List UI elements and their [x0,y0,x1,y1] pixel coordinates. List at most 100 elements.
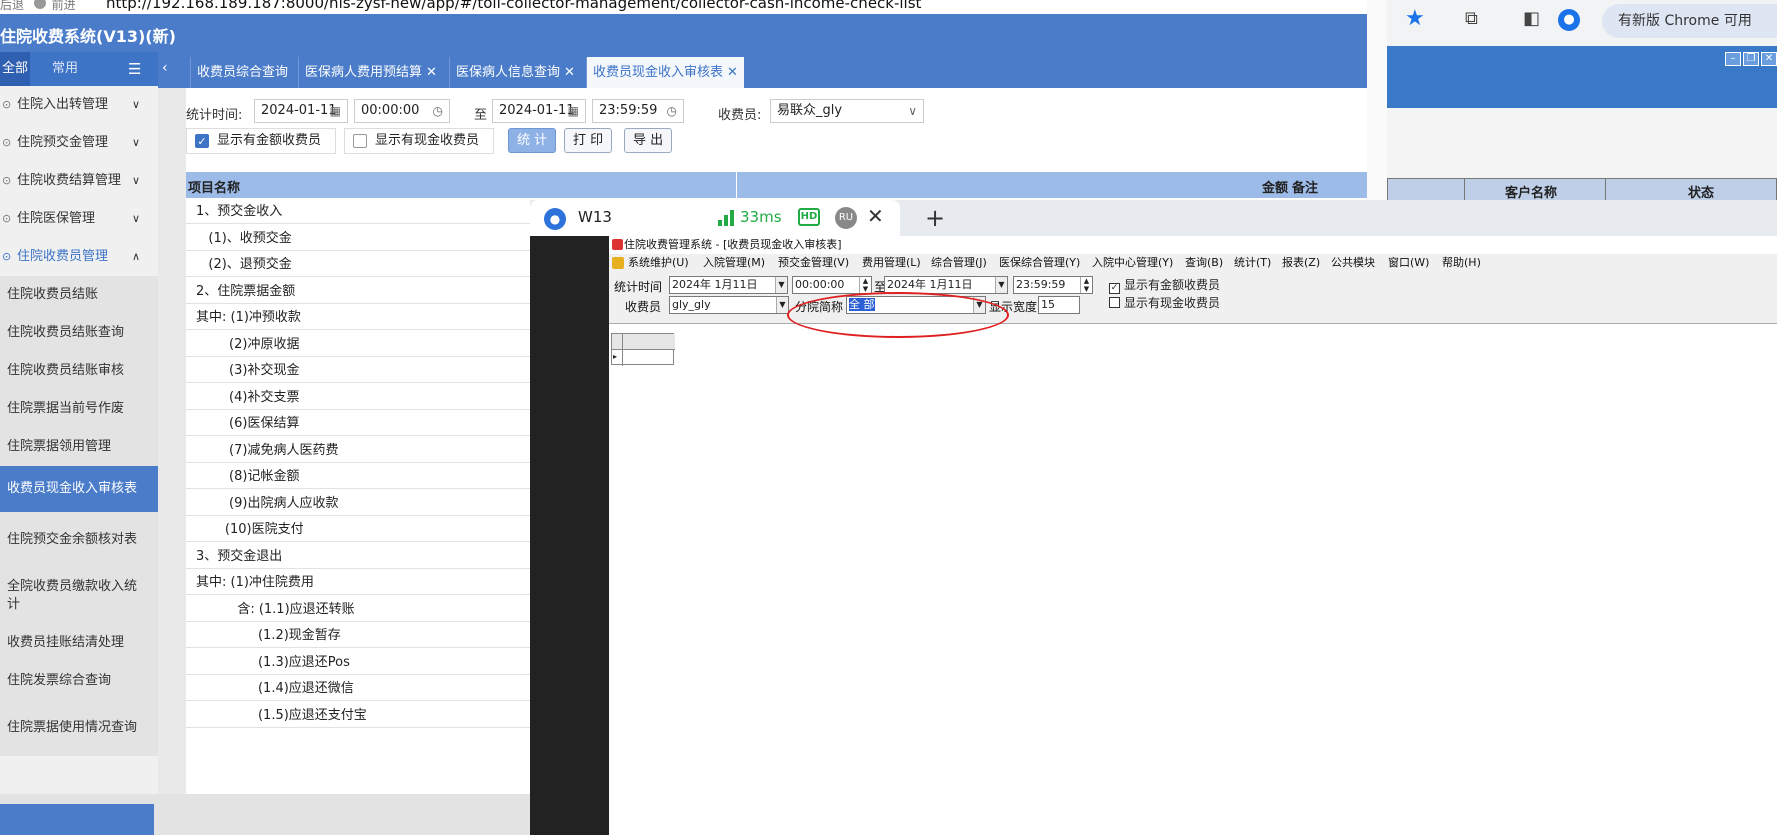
menu-item[interactable]: 公共模块 [1331,254,1375,272]
export-button[interactable]: 导 出 [624,128,673,153]
forward-button[interactable]: 前进 [52,0,76,12]
start-time-picker[interactable]: 00:00:00 ▲ ▼ [792,276,872,294]
table-row[interactable]: (2)冲原收据 [186,330,530,357]
show-amount-checkbox[interactable]: ✓ 显示有金额收费员 [1109,276,1220,294]
sidebar-item[interactable]: 住院收费员结账 [0,276,158,314]
table-row[interactable]: 2、住院票据金额 [186,277,530,304]
print-button[interactable]: 打 印 [564,128,613,153]
sidebar-group-admission[interactable]: ⊙ 住院入出转管理 ∨ [0,86,158,124]
end-time-input[interactable]: 23:59:59 ◷ [592,99,684,123]
table-row[interactable]: (1.4)应退还微信 [186,675,530,701]
sidebar-item[interactable]: 全院收费员缴款收入统计 [0,568,158,624]
sidebar-item[interactable]: 住院发票综合查询 [0,662,158,700]
sidebar-group-insurance[interactable]: ⊙ 住院医保管理 ∨ [0,200,158,238]
sidebar-item[interactable]: 住院预交金余额核对表 [0,512,158,568]
menu-item[interactable]: 窗口(W) [1388,254,1429,272]
close-icon[interactable]: ✕ [564,65,575,80]
menu-item[interactable]: 统计(T) [1234,254,1271,272]
chevron-left-icon[interactable]: ‹ [162,60,168,76]
width-input[interactable]: 15 [1038,296,1080,314]
table-row[interactable]: (4)补交支票 [186,383,530,410]
collector-select[interactable]: gly_gly ▼ [669,296,789,314]
table-row[interactable]: 3、预交金退出 [186,542,530,569]
sidebar-item[interactable]: 住院票据当前号作废 [0,390,158,428]
sidebar-item[interactable]: 收费员挂账结清处理 [0,624,158,662]
table-row[interactable]: 1、预交金收入 [186,198,530,224]
tab-collector-query[interactable]: 收费员综合查询 [190,57,295,88]
sidepanel-icon[interactable]: ◧ [1523,8,1540,29]
chevron-up-icon: ∧ [132,250,141,263]
sidebar-item[interactable]: 住院票据领用管理 [0,428,158,466]
collector-value: gly_gly [672,298,711,311]
menu-collapse-icon[interactable]: ☰ [128,62,141,77]
chrome-update-button[interactable]: 有新版 Chrome 可用 [1602,4,1777,38]
remote-session-tab[interactable]: ● W13 33ms HD RU ✕ [530,200,900,236]
table-row[interactable]: (1.3)应退还Pos [186,648,530,675]
back-button[interactable]: 后退 [0,0,24,12]
table-row[interactable]: 其中: (1)冲住院费用 [186,569,530,595]
table-row[interactable]: (7)减免病人医药费 [186,436,530,463]
end-time-picker[interactable]: 23:59:59 ▲ ▼ [1013,276,1093,294]
extension-icon[interactable]: ⧉ [1465,8,1478,29]
menu-item[interactable]: 综合管理(J) [931,254,987,272]
checkbox-empty-icon [1109,297,1120,308]
start-date-input[interactable]: 2024-01-11 ▦ [254,99,348,123]
close-icon[interactable]: ✕ [426,65,437,80]
profile-icon[interactable]: ● [1558,9,1580,31]
collector-value: 易联众_gly [777,103,843,118]
table-row[interactable]: 含: (1.1)应退还转账 [186,595,530,622]
sidebar-item[interactable]: 住院收费员结账查询 [0,314,158,352]
restore-icon[interactable]: ❐ [1743,52,1759,66]
close-icon[interactable]: ✕ [867,204,884,228]
start-time-input[interactable]: 00:00:00 ◷ [354,99,450,123]
stat-button[interactable]: 统 计 [508,128,557,153]
show-cash-checkbox[interactable]: 显示有现金收费员 [1109,294,1220,311]
circle-icon: ⊙ [2,174,12,187]
close-icon[interactable]: ✕ [1761,52,1777,66]
sidebar-item[interactable]: 住院票据使用情况查询 [0,700,158,756]
show-cash-checkbox[interactable]: 显示有现金收费员 [344,128,494,154]
table-row[interactable]: (6)医保结算 [186,410,530,436]
tab-cash-income-check[interactable]: 收费员现金收入审核表 ✕ [586,57,744,88]
table-row[interactable]: (1.5)应退还支付宝 [186,701,530,728]
table-row[interactable]: (2)、退预交金 [186,251,530,277]
window-controls: – ❐ ✕ [1723,50,1777,66]
minimize-icon[interactable]: – [1725,52,1741,66]
tab-insurance-patient[interactable]: 医保病人信息查询 ✕ [449,57,581,88]
sidebar-item[interactable]: 住院收费员结账审核 [0,352,158,390]
menu-item[interactable]: 预交金管理(V) [778,254,849,272]
show-amount-checkbox[interactable]: ✓ 显示有金额收费员 [186,128,336,154]
table-row[interactable]: (1.2)现金暂存 [186,622,530,648]
sidebar-tab-all[interactable]: 全部 [0,52,30,86]
new-tab-plus-icon[interactable]: + [925,204,945,232]
table-row[interactable]: 其中: (1)冲预收款 [186,304,530,330]
menu-item[interactable]: 入院管理(M) [703,254,765,272]
sidebar-tab-common[interactable]: 常用 [52,52,78,86]
table-row[interactable]: (8)记帐金额 [186,463,530,489]
browser-toolbar-right: ★ ⧉ ◧ ● 有新版 Chrome 可用 [1387,0,1777,46]
table-row[interactable]: (10)医院支付 [186,516,530,542]
menu-item[interactable]: 费用管理(L) [862,254,921,272]
start-date-picker[interactable]: 2024年 1月11日 ▼ [669,276,788,294]
collector-select[interactable]: 易联众_gly ∨ [770,99,924,123]
close-icon[interactable]: ✕ [727,65,738,80]
sidebar-group-settlement[interactable]: ⊙ 住院收费结算管理 ∨ [0,162,158,200]
menu-item[interactable]: 帮助(H) [1442,254,1481,272]
star-icon[interactable]: ★ [1405,6,1425,31]
remote-desktop-window: ● W13 33ms HD RU ✕ + 住院收费管理系统 - [收费员现金收入… [530,200,1777,835]
latency-value: 33ms [740,208,782,226]
menu-item[interactable]: 查询(B) [1185,254,1223,272]
menu-item[interactable]: 系统维护(U) [628,254,689,272]
end-date-input[interactable]: 2024-01-11 ▦ [492,99,586,123]
address-bar[interactable]: http://192.168.189.187:8000/his-zysf-new… [106,0,921,12]
table-row[interactable]: (1)、收预交金 [186,224,530,251]
table-row[interactable]: (9)出院病人应收款 [186,489,530,516]
sidebar-group-collector[interactable]: ⊙ 住院收费员管理 ∧ [0,238,158,276]
tab-insurance-presettle[interactable]: 医保病人费用预结算 ✕ [298,57,443,88]
menu-item[interactable]: 医保综合管理(Y) [999,254,1080,272]
menu-item[interactable]: 入院中心管理(Y) [1092,254,1173,272]
sidebar-item-active[interactable]: 收费员现金收入审核表 [0,466,158,512]
table-row[interactable]: (3)补交现金 [186,357,530,383]
sidebar-group-deposit[interactable]: ⊙ 住院预交金管理 ∨ [0,124,158,162]
menu-item[interactable]: 报表(Z) [1282,254,1320,272]
